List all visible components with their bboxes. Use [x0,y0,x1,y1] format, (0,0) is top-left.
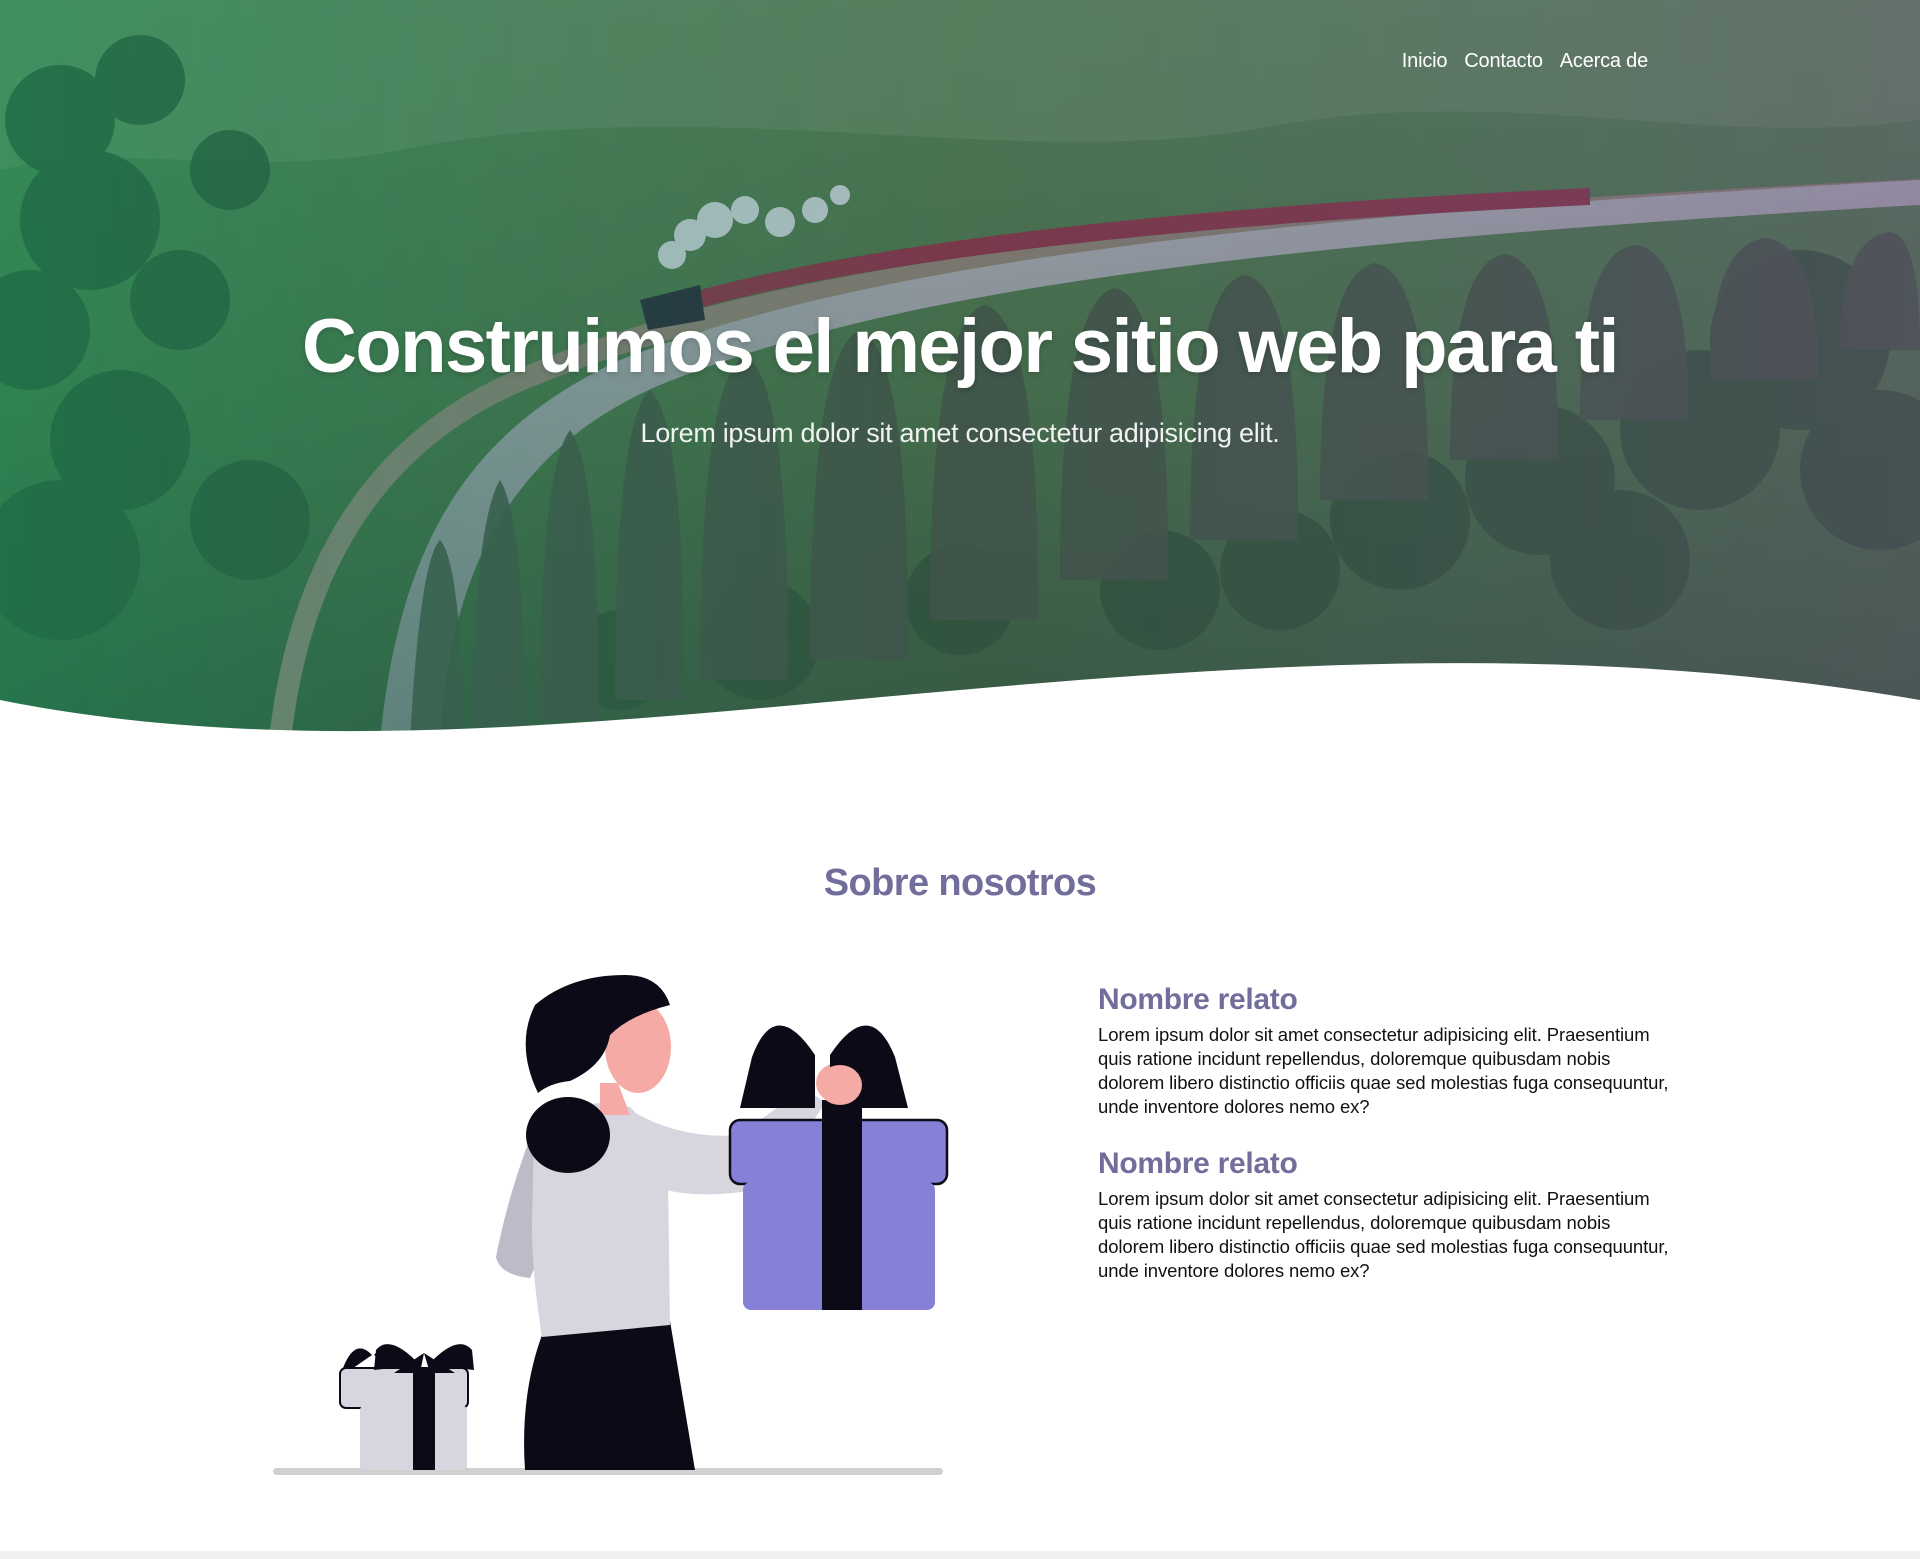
footer-strip [0,1551,1920,1559]
main-nav: Inicio Contacto Acerca de [1402,50,1648,73]
story-title: Nombre relato [1098,983,1298,1016]
story-item: Nombre relato Lorem ipsum dolor sit amet… [1098,1147,1678,1283]
nav-link-inicio[interactable]: Inicio [1402,50,1448,73]
hero-section: Inicio Contacto Acerca de Construimos el… [0,0,1920,740]
story-text: Lorem ipsum dolor sit amet consectetur a… [1098,1024,1669,1117]
story-item: Nombre relato Lorem ipsum dolor sit amet… [1098,983,1678,1119]
woman-with-gifts-illustration [273,975,949,1475]
story-text: Lorem ipsum dolor sit amet consectetur a… [1098,1188,1669,1281]
hero-subtitle: Lorem ipsum dolor sit amet consectetur a… [640,418,1280,448]
story-title: Nombre relato [1098,1147,1298,1180]
big-gift-icon [728,1025,949,1310]
stories-list: Nombre relato Lorem ipsum dolor sit amet… [1098,983,1678,1311]
small-gift-icon [339,1344,474,1470]
nav-link-acerca-de[interactable]: Acerca de [1560,50,1648,73]
nav-link-contacto[interactable]: Contacto [1464,50,1543,73]
hero-title: Construimos el mejor sitio web para ti [302,304,1620,389]
about-title: Sobre nosotros [823,862,1097,904]
